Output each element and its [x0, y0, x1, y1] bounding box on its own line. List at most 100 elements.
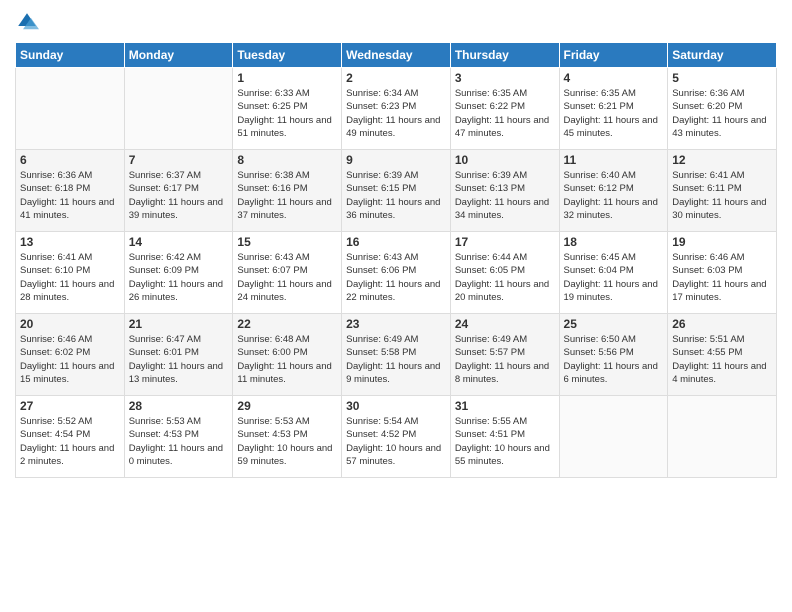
day-number: 27 — [20, 399, 120, 413]
calendar-cell: 2 Sunrise: 6:34 AM Sunset: 6:23 PM Daylig… — [342, 68, 451, 150]
weekday-header-sunday: Sunday — [16, 43, 125, 68]
calendar-cell — [559, 396, 668, 478]
day-info: Sunrise: 6:45 AM Sunset: 6:04 PM Dayligh… — [564, 251, 664, 304]
day-info: Sunrise: 6:46 AM Sunset: 6:03 PM Dayligh… — [672, 251, 772, 304]
calendar-cell: 22 Sunrise: 6:48 AM Sunset: 6:00 PM Dayli… — [233, 314, 342, 396]
day-number: 4 — [564, 71, 664, 85]
week-row-3: 13Sunrise: 6:41 AM Sunset: 6:10 PM Dayli… — [16, 232, 777, 314]
day-info: Sunrise: 5:54 AM Sunset: 4:52 PM Dayligh… — [346, 415, 446, 468]
weekday-header-saturday: Saturday — [668, 43, 777, 68]
day-number: 16 — [346, 235, 446, 249]
day-info: Sunrise: 5:51 AM Sunset: 4:55 PM Dayligh… — [672, 333, 772, 386]
day-number: 6 — [20, 153, 120, 167]
calendar-cell: 1 Sunrise: 6:33 AM Sunset: 6:25 PM Daylig… — [233, 68, 342, 150]
calendar-cell: 3Sunrise: 6:35 AM Sunset: 6:22 PM Daylig… — [450, 68, 559, 150]
calendar-cell: 8 Sunrise: 6:38 AM Sunset: 6:16 PM Daylig… — [233, 150, 342, 232]
calendar: SundayMondayTuesdayWednesdayThursdayFrid… — [15, 42, 777, 478]
calendar-cell: 14 Sunrise: 6:42 AM Sunset: 6:09 PM Dayli… — [124, 232, 233, 314]
day-info: Sunrise: 6:42 AM Sunset: 6:09 PM Dayligh… — [129, 251, 229, 304]
week-row-5: 27 Sunrise: 5:52 AM Sunset: 4:54 PM Dayli… — [16, 396, 777, 478]
day-number: 20 — [20, 317, 120, 331]
day-number: 2 — [346, 71, 446, 85]
day-info: Sunrise: 5:55 AM Sunset: 4:51 PM Dayligh… — [455, 415, 555, 468]
calendar-cell — [668, 396, 777, 478]
day-info: Sunrise: 6:40 AM Sunset: 6:12 PM Dayligh… — [564, 169, 664, 222]
weekday-header-thursday: Thursday — [450, 43, 559, 68]
calendar-cell: 17 Sunrise: 6:44 AM Sunset: 6:05 PM Dayli… — [450, 232, 559, 314]
calendar-cell: 16 Sunrise: 6:43 AM Sunset: 6:06 PM Dayli… — [342, 232, 451, 314]
calendar-cell: 31 Sunrise: 5:55 AM Sunset: 4:51 PM Dayli… — [450, 396, 559, 478]
day-number: 28 — [129, 399, 229, 413]
day-number: 24 — [455, 317, 555, 331]
day-number: 30 — [346, 399, 446, 413]
day-info: Sunrise: 6:49 AM Sunset: 5:58 PM Dayligh… — [346, 333, 446, 386]
weekday-header-monday: Monday — [124, 43, 233, 68]
day-number: 17 — [455, 235, 555, 249]
calendar-cell: 10 Sunrise: 6:39 AM Sunset: 6:13 PM Dayli… — [450, 150, 559, 232]
day-number: 18 — [564, 235, 664, 249]
calendar-cell: 11Sunrise: 6:40 AM Sunset: 6:12 PM Dayli… — [559, 150, 668, 232]
day-number: 22 — [237, 317, 337, 331]
day-info: Sunrise: 6:48 AM Sunset: 6:00 PM Dayligh… — [237, 333, 337, 386]
day-number: 10 — [455, 153, 555, 167]
day-info: Sunrise: 6:46 AM Sunset: 6:02 PM Dayligh… — [20, 333, 120, 386]
calendar-cell: 24 Sunrise: 6:49 AM Sunset: 5:57 PM Dayli… — [450, 314, 559, 396]
day-info: Sunrise: 5:52 AM Sunset: 4:54 PM Dayligh… — [20, 415, 120, 468]
weekday-header-row: SundayMondayTuesdayWednesdayThursdayFrid… — [16, 43, 777, 68]
calendar-cell: 29Sunrise: 5:53 AM Sunset: 4:53 PM Dayli… — [233, 396, 342, 478]
calendar-cell: 4 Sunrise: 6:35 AM Sunset: 6:21 PM Daylig… — [559, 68, 668, 150]
week-row-1: 1 Sunrise: 6:33 AM Sunset: 6:25 PM Daylig… — [16, 68, 777, 150]
weekday-header-tuesday: Tuesday — [233, 43, 342, 68]
day-number: 14 — [129, 235, 229, 249]
day-number: 23 — [346, 317, 446, 331]
day-info: Sunrise: 6:35 AM Sunset: 6:21 PM Dayligh… — [564, 87, 664, 140]
day-number: 19 — [672, 235, 772, 249]
week-row-4: 20 Sunrise: 6:46 AM Sunset: 6:02 PM Dayli… — [16, 314, 777, 396]
header — [15, 10, 777, 34]
logo — [15, 10, 43, 34]
day-info: Sunrise: 6:41 AM Sunset: 6:11 PM Dayligh… — [672, 169, 772, 222]
day-number: 1 — [237, 71, 337, 85]
day-number: 15 — [237, 235, 337, 249]
day-number: 12 — [672, 153, 772, 167]
calendar-cell: 13Sunrise: 6:41 AM Sunset: 6:10 PM Dayli… — [16, 232, 125, 314]
calendar-cell: 5 Sunrise: 6:36 AM Sunset: 6:20 PM Daylig… — [668, 68, 777, 150]
day-info: Sunrise: 6:36 AM Sunset: 6:20 PM Dayligh… — [672, 87, 772, 140]
day-number: 7 — [129, 153, 229, 167]
calendar-cell: 23 Sunrise: 6:49 AM Sunset: 5:58 PM Dayli… — [342, 314, 451, 396]
calendar-cell: 19 Sunrise: 6:46 AM Sunset: 6:03 PM Dayli… — [668, 232, 777, 314]
day-number: 5 — [672, 71, 772, 85]
day-info: Sunrise: 6:44 AM Sunset: 6:05 PM Dayligh… — [455, 251, 555, 304]
day-number: 13 — [20, 235, 120, 249]
day-number: 8 — [237, 153, 337, 167]
day-info: Sunrise: 6:47 AM Sunset: 6:01 PM Dayligh… — [129, 333, 229, 386]
calendar-cell: 15 Sunrise: 6:43 AM Sunset: 6:07 PM Dayli… — [233, 232, 342, 314]
calendar-cell: 28 Sunrise: 5:53 AM Sunset: 4:53 PM Dayli… — [124, 396, 233, 478]
day-info: Sunrise: 6:38 AM Sunset: 6:16 PM Dayligh… — [237, 169, 337, 222]
day-number: 26 — [672, 317, 772, 331]
calendar-cell: 12 Sunrise: 6:41 AM Sunset: 6:11 PM Dayli… — [668, 150, 777, 232]
day-info: Sunrise: 6:33 AM Sunset: 6:25 PM Dayligh… — [237, 87, 337, 140]
calendar-cell: 30 Sunrise: 5:54 AM Sunset: 4:52 PM Dayli… — [342, 396, 451, 478]
day-info: Sunrise: 6:43 AM Sunset: 6:06 PM Dayligh… — [346, 251, 446, 304]
calendar-cell: 18 Sunrise: 6:45 AM Sunset: 6:04 PM Dayli… — [559, 232, 668, 314]
calendar-cell: 9Sunrise: 6:39 AM Sunset: 6:15 PM Daylig… — [342, 150, 451, 232]
day-info: Sunrise: 6:43 AM Sunset: 6:07 PM Dayligh… — [237, 251, 337, 304]
calendar-cell: 25Sunrise: 6:50 AM Sunset: 5:56 PM Dayli… — [559, 314, 668, 396]
day-number: 31 — [455, 399, 555, 413]
week-row-2: 6 Sunrise: 6:36 AM Sunset: 6:18 PM Daylig… — [16, 150, 777, 232]
day-info: Sunrise: 6:36 AM Sunset: 6:18 PM Dayligh… — [20, 169, 120, 222]
page: SundayMondayTuesdayWednesdayThursdayFrid… — [0, 0, 792, 612]
weekday-header-wednesday: Wednesday — [342, 43, 451, 68]
day-info: Sunrise: 6:39 AM Sunset: 6:15 PM Dayligh… — [346, 169, 446, 222]
calendar-cell: 7Sunrise: 6:37 AM Sunset: 6:17 PM Daylig… — [124, 150, 233, 232]
day-info: Sunrise: 6:39 AM Sunset: 6:13 PM Dayligh… — [455, 169, 555, 222]
calendar-cell: 21Sunrise: 6:47 AM Sunset: 6:01 PM Dayli… — [124, 314, 233, 396]
day-info: Sunrise: 6:49 AM Sunset: 5:57 PM Dayligh… — [455, 333, 555, 386]
day-info: Sunrise: 6:34 AM Sunset: 6:23 PM Dayligh… — [346, 87, 446, 140]
day-number: 25 — [564, 317, 664, 331]
day-number: 3 — [455, 71, 555, 85]
calendar-cell: 26 Sunrise: 5:51 AM Sunset: 4:55 PM Dayli… — [668, 314, 777, 396]
day-info: Sunrise: 5:53 AM Sunset: 4:53 PM Dayligh… — [129, 415, 229, 468]
calendar-cell: 6 Sunrise: 6:36 AM Sunset: 6:18 PM Daylig… — [16, 150, 125, 232]
